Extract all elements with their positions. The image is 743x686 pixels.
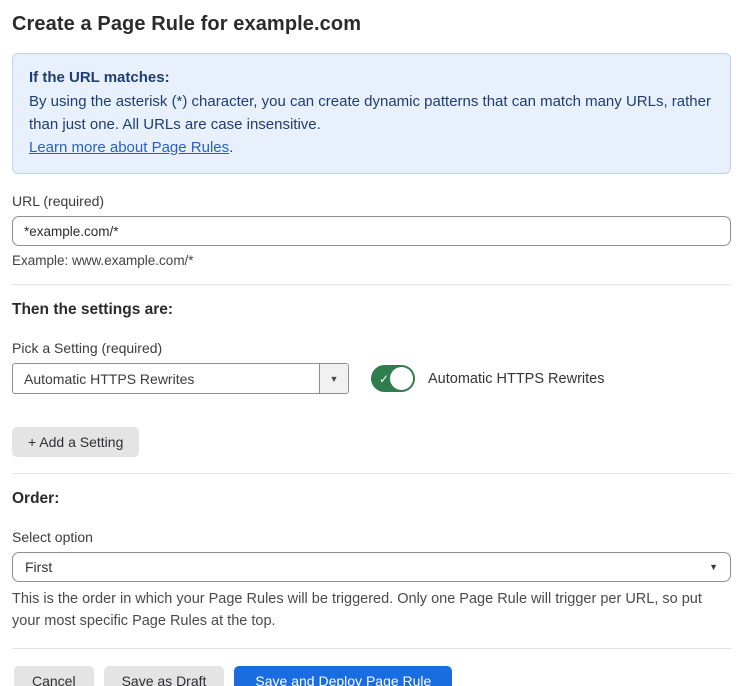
order-select[interactable]: First ▼ [12, 552, 731, 582]
info-box-body-text: By using the asterisk (*) character, you… [29, 93, 711, 133]
link-suffix: . [229, 139, 234, 156]
setting-dropdown-value: Automatic HTTPS Rewrites [24, 370, 195, 387]
form-actions: Cancel Save as Draft Save and Deploy Pag… [12, 666, 731, 686]
cancel-button[interactable]: Cancel [14, 666, 94, 686]
select-option-label: Select option [12, 529, 93, 545]
url-input[interactable] [12, 216, 731, 246]
save-draft-button[interactable]: Save as Draft [103, 666, 225, 686]
divider [12, 648, 731, 649]
setting-dropdown[interactable]: Automatic HTTPS Rewrites ▼ [12, 363, 349, 394]
page-title: Create a Page Rule for example.com [12, 13, 362, 35]
learn-more-link[interactable]: Learn more about Page Rules [29, 139, 229, 156]
order-section-heading: Order: [12, 490, 60, 507]
url-matches-info-box: If the URL matches: By using the asteris… [12, 53, 731, 174]
divider [12, 284, 731, 285]
divider [12, 473, 731, 474]
save-deploy-button[interactable]: Save and Deploy Page Rule [234, 666, 453, 686]
info-box-body: By using the asterisk (*) character, you… [29, 90, 714, 159]
setting-row: Automatic HTTPS Rewrites ▼ ✓ Automatic H… [12, 363, 731, 394]
create-page-rule-form: Create a Page Rule for example.com If th… [0, 0, 743, 686]
setting-dropdown-button[interactable]: ▼ [319, 364, 348, 393]
order-select-value: First [25, 559, 53, 575]
add-setting-button[interactable]: + Add a Setting [12, 427, 140, 457]
check-icon: ✓ [379, 371, 390, 386]
chevron-down-icon: ▼ [709, 562, 718, 572]
setting-toggle-group: ✓ Automatic HTTPS Rewrites [371, 365, 604, 392]
toggle-label: Automatic HTTPS Rewrites [428, 370, 605, 387]
https-rewrites-toggle[interactable]: ✓ [371, 365, 415, 392]
url-field-label: URL (required) [12, 193, 105, 209]
pick-setting-label: Pick a Setting (required) [12, 340, 163, 356]
chevron-down-icon: ▼ [329, 373, 339, 384]
settings-section-heading: Then the settings are: [12, 301, 174, 318]
order-help-text: This is the order in which your Page Rul… [12, 591, 702, 629]
info-box-heading: If the URL matches: [29, 69, 170, 86]
url-example-text: Example: www.example.com/* [12, 253, 194, 268]
toggle-knob [390, 367, 413, 390]
